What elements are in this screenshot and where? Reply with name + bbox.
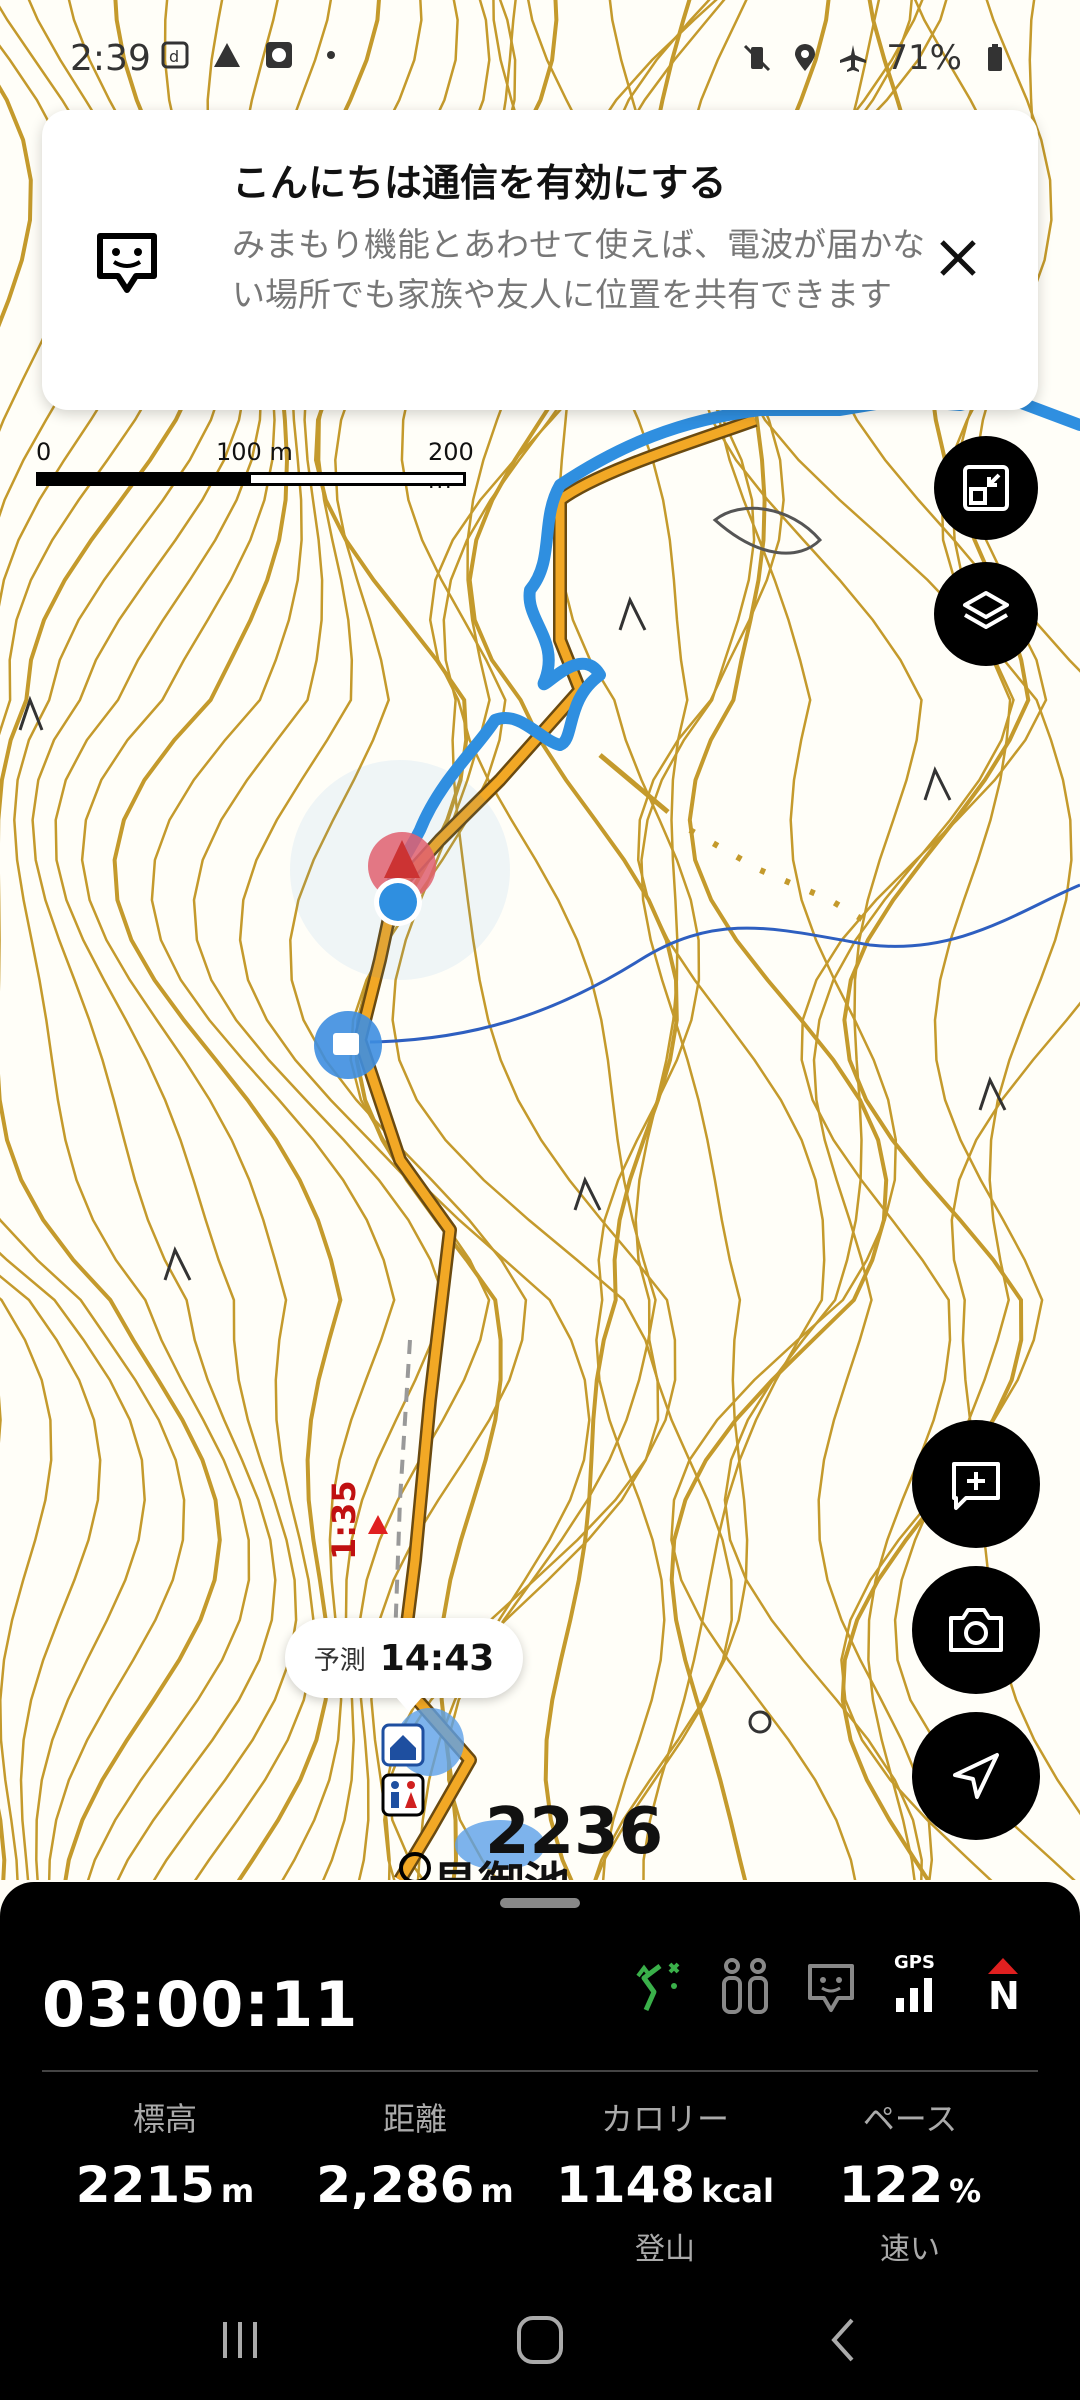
forecast-label: 予測 [313,1645,366,1676]
status-left-icons: d [160,40,346,70]
summit-symbols [18,596,1007,1281]
gps-label: GPS [894,1952,935,1973]
mimamori-icon [97,233,157,293]
battery-icon [988,44,1002,71]
banner-title: こんにちは通信を有効にする [232,161,727,205]
stat-label: ペース [862,2100,958,2138]
back-icon[interactable] [810,2310,880,2370]
stat-distance: 距離 2,286 m [295,2094,535,2214]
signal-triangle-icon [214,43,240,67]
gps-signal-icon[interactable]: GPS [890,1952,944,2016]
connectivity-banner[interactable]: こんにちは通信を有効にする みまもり機能とあわせて使えば、電波が届かない場所でも… [42,110,1038,410]
layers-icon [963,591,1009,629]
stat-label: 距離 [382,2100,447,2138]
recent-apps-icon[interactable] [205,2310,275,2370]
contour-line [0,84,33,1880]
banner-body: みまもり機能とあわせて使えば、電波が届かない場所でも家族や友人に位置を共有できま… [232,225,925,314]
location-icon [795,44,816,71]
map-scale: 0 100 m 200 m [36,438,476,494]
compass-north-icon[interactable]: N [976,1956,1030,2018]
status-bar: 2:39 d 71% [0,0,1080,120]
course-direction-arrow [368,1515,388,1534]
stat-elevation: 標高 2215 m [45,2094,285,2214]
scale-label-100: 100 m [216,438,293,466]
add-memo-button[interactable] [912,1420,1040,1548]
panel-status-icons: GPS N [632,1952,1030,2018]
scale-bar [36,472,466,486]
svg-text:d: d [169,47,179,66]
d-icon: d [161,41,189,69]
forecast-time: 14:43 [379,1637,495,1679]
route-icon[interactable] [632,1956,686,2016]
status-time: 2:39 [70,38,151,79]
close-icon[interactable] [928,228,988,288]
system-navbar [0,2280,1080,2400]
vibrate-mute-icon [744,44,771,72]
camera-button[interactable] [912,1566,1040,1694]
stat-sub: 登山 [635,2232,695,2267]
walkie-icon[interactable] [718,1956,772,2016]
stat-label: カロリー [600,2100,729,2138]
stat-sub: 速い [880,2232,940,2267]
stat-pace: ペース 122% 速い [790,2094,1030,2268]
status-right-icons: 71% [742,38,1010,78]
camera-icon [949,1608,1003,1652]
stat-calories: カロリー 1148 kcal 登山 [545,2094,785,2268]
panel-divider [42,2070,1038,2072]
stat-value: 1148 kcal [556,2156,774,2214]
fit-route-button[interactable] [934,436,1038,540]
arrival-forecast-bubble[interactable]: 予測 14:43 [285,1618,523,1712]
mimamori-icon[interactable] [804,1956,858,2016]
navigate-icon [953,1753,999,1799]
battery-percent: 71% [886,38,962,78]
drag-handle[interactable] [500,1898,580,1908]
stat-value: 2,286 m [316,2156,514,2214]
current-location-dot [379,883,417,921]
navigate-button[interactable] [912,1712,1040,1840]
scale-label-0: 0 [36,438,52,466]
course-time-label: 1:35 [325,1480,363,1560]
add-memo-icon [952,1462,1000,1510]
app-notification-icon [266,42,292,68]
airplane-icon [840,45,867,72]
elapsed-time: 03:00:11 [42,1968,359,2041]
bubble-tail [395,1696,423,1712]
layers-button[interactable] [934,562,1038,666]
north-label: N [988,1974,1020,2018]
fit-route-icon [963,465,1009,511]
toilet-icon [381,1773,425,1817]
pond-name-label: 見御池 [432,1848,570,1880]
stat-value: 2215 m [75,2156,255,2214]
stat-value: 122% [838,2156,982,2214]
stat-label: 標高 [132,2100,197,2138]
dot-icon [327,51,335,59]
home-icon[interactable] [505,2310,575,2370]
